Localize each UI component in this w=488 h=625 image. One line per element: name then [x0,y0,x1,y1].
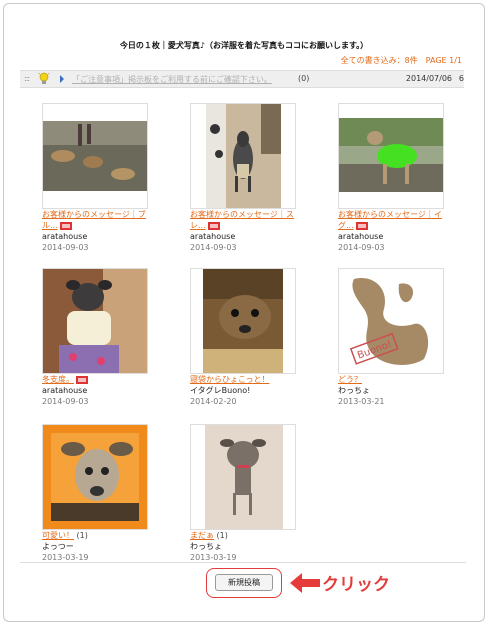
new-badge-icon [59,221,72,230]
notice-date: 2014/07/06 [405,74,452,83]
post-date: 2014-09-03 [42,243,89,252]
page-title: 今日の１枚｜愛犬写真♪（お洋服を着た写真もココにお願いします。） [119,41,369,50]
post-title-link[interactable]: お客様からのメッセージ｜イグ... [338,210,442,230]
post-title-link[interactable]: どう？ [338,375,362,384]
post-thumbnail[interactable] [338,103,444,209]
post-caption: どう？ わっちょ 2013-03-21 [338,374,448,407]
divider [20,562,466,563]
post-user: aratahouse [190,232,236,241]
post-thumbnail[interactable] [190,424,296,530]
post-count-and-page: 全ての書き込み：8件 PAGE 1/1 [340,56,462,65]
post-user: aratahouse [42,386,88,395]
play-arrow-icon [60,75,64,83]
post-title-link[interactable]: お客様からのメッセージ｜スレ... [190,210,294,230]
post-caption: お客様からのメッセージ｜スレ... aratahouse 2014-09-03 [190,209,300,253]
post-thumbnail[interactable] [42,424,148,530]
post-comment-count: (1) [76,531,88,540]
post-title-link[interactable]: まだぁ [190,531,214,540]
post-caption: 冬支度。 aratahouse 2014-09-03 [42,374,152,407]
post-title-link[interactable]: 可愛い！ [42,531,74,540]
new-badge-icon [207,221,220,230]
new-badge-icon [76,375,88,384]
post-caption: お客様からのメッセージ｜ブル... aratahouse 2014-09-03 [42,209,152,253]
left-arrow-icon [290,573,320,593]
new-post-button[interactable]: 新規投稿 [215,574,273,591]
post-thumbnail[interactable] [190,268,296,374]
post-caption: 可愛い！ (1) よっつー 2013-03-19 [42,530,152,563]
notice-comment-count: (0) [298,74,310,83]
post-user: aratahouse [42,232,88,241]
post-thumbnail[interactable] [42,103,148,209]
post-thumbnail[interactable] [190,103,296,209]
post-title-link[interactable]: 寝袋からひょこっと！ [190,375,269,384]
post-date: 2014-09-03 [190,243,237,252]
post-user: わっちょ [190,542,222,551]
click-annotation: クリック [322,575,390,595]
post-caption: 寝袋からひょこっと！ イタグレBuono! 2014-02-20 [190,374,300,407]
post-user: わっちょ [338,386,370,395]
notice-row[interactable]: ::: 「ご注意事項」掲示板をご利用する前にご確認下さい。 (0) 2014/0… [20,70,464,88]
post-user: よっつー [42,542,74,551]
post-date: 2014-02-20 [190,397,237,406]
post-date: 2014-09-03 [338,243,385,252]
new-badge-icon [355,221,368,230]
post-comment-count: (1) [216,531,228,540]
post-thumbnail[interactable] [42,268,148,374]
post-user: aratahouse [338,232,384,241]
post-title-link[interactable]: 冬支度。 [42,375,74,384]
post-caption: お客様からのメッセージ｜イグ... aratahouse 2014-09-03 [338,209,448,253]
new-post-highlight: 新規投稿 [206,568,282,598]
lightbulb-icon [38,72,50,84]
post-title-link[interactable]: お客様からのメッセージ｜ブル... [42,210,146,230]
notice-page-number: 6 [458,74,464,83]
post-caption: まだぁ (1) わっちょ 2013-03-19 [190,530,300,563]
notice-link[interactable]: 「ご注意事項」掲示板をご利用する前にご確認下さい。 [72,74,272,85]
post-thumbnail[interactable]: Buono! [338,268,444,374]
post-date: 2013-03-21 [338,397,385,406]
post-date: 2014-09-03 [42,397,89,406]
drag-grip-icon[interactable]: ::: [24,74,30,83]
post-user: イタグレBuono! [190,386,251,395]
